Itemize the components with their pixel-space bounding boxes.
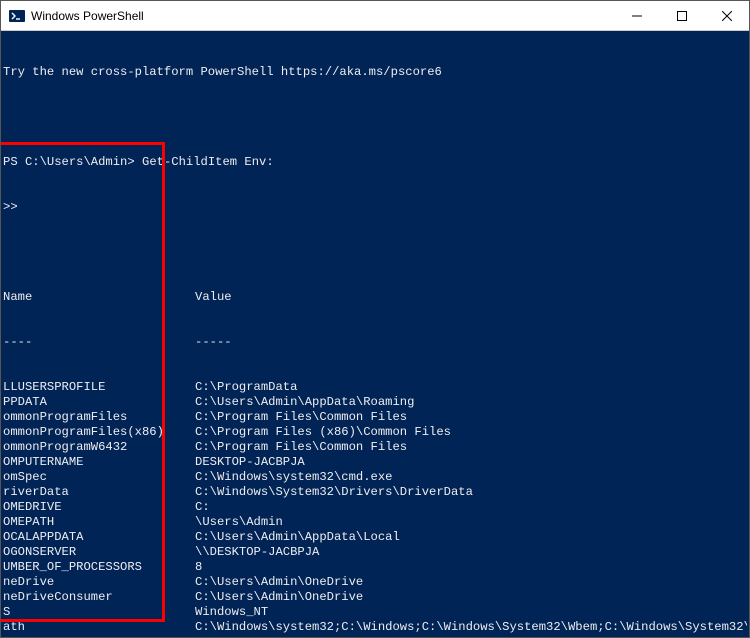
env-row: LLUSERSPROFILEC:\ProgramData: [3, 380, 747, 395]
env-name: OGONSERVER: [3, 545, 195, 560]
env-row: athC:\Windows\system32;C:\Windows;C:\Win…: [3, 620, 747, 635]
env-row: neDriveConsumerC:\Users\Admin\OneDrive: [3, 590, 747, 605]
env-name: OMEPATH: [3, 515, 195, 530]
env-name: OMPUTERNAME: [3, 455, 195, 470]
env-name: omSpec: [3, 470, 195, 485]
env-row: riverDataC:\Windows\System32\Drivers\Dri…: [3, 485, 747, 500]
env-row: UMBER_OF_PROCESSORS8: [3, 560, 747, 575]
table-header: Name Value: [3, 290, 747, 305]
blank-line: [3, 110, 747, 125]
env-row: OMPUTERNAMEDESKTOP-JACBPJA: [3, 455, 747, 470]
env-value: \Users\Admin: [195, 515, 747, 530]
blank-line: [3, 245, 747, 260]
env-value: C:\Windows\system32\cmd.exe: [195, 470, 747, 485]
env-name: ATHEXT: [3, 635, 195, 637]
header-name: Name: [3, 290, 195, 305]
powershell-icon: [9, 8, 25, 24]
env-name: neDriveConsumer: [3, 590, 195, 605]
header-value-underline: -----: [195, 335, 747, 350]
prompt-path: C:\Users\Admin>: [25, 155, 135, 170]
env-name: LLUSERSPROFILE: [3, 380, 195, 395]
continuation-line: >>: [3, 200, 747, 215]
env-row: PPDATAC:\Users\Admin\AppData\Roaming: [3, 395, 747, 410]
env-row: OMEDRIVEC:: [3, 500, 747, 515]
env-name: PPDATA: [3, 395, 195, 410]
env-value: C:\Windows\System32\Drivers\DriverData: [195, 485, 747, 500]
env-rows: LLUSERSPROFILEC:\ProgramDataPPDATAC:\Use…: [3, 380, 747, 637]
window-controls: [614, 1, 749, 30]
env-name: S: [3, 605, 195, 620]
command-text: Get-ChildItem Env:: [142, 155, 274, 170]
prompt-line: PS C:\Users\Admin> Get-ChildItem Env:: [3, 155, 747, 170]
terminal-area[interactable]: Try the new cross-platform PowerShell ht…: [1, 31, 749, 637]
env-value: C:\Program Files (x86)\Common Files: [195, 425, 747, 440]
env-value: Windows_NT: [195, 605, 747, 620]
env-value: DESKTOP-JACBPJA: [195, 455, 747, 470]
env-value: C:\Users\Admin\OneDrive: [195, 575, 747, 590]
powershell-window: Windows PowerShell Try the new cross-pla…: [0, 0, 750, 638]
header-name-underline: ----: [3, 335, 195, 350]
env-row: OGONSERVER\\DESKTOP-JACBPJA: [3, 545, 747, 560]
env-row: OCALAPPDATAC:\Users\Admin\AppData\Local: [3, 530, 747, 545]
titlebar[interactable]: Windows PowerShell: [1, 1, 749, 31]
env-value: C:\Users\Admin\OneDrive: [195, 590, 747, 605]
env-value: 8: [195, 560, 747, 575]
env-name: UMBER_OF_PROCESSORS: [3, 560, 195, 575]
env-name: OMEDRIVE: [3, 500, 195, 515]
banner-line: Try the new cross-platform PowerShell ht…: [3, 65, 747, 80]
env-value: C:\Users\Admin\AppData\Roaming: [195, 395, 747, 410]
env-value: C:: [195, 500, 747, 515]
window-title: Windows PowerShell: [31, 9, 614, 23]
env-row: ommonProgramFiles(x86)C:\Program Files (…: [3, 425, 747, 440]
minimize-button[interactable]: [614, 1, 659, 31]
env-name: OCALAPPDATA: [3, 530, 195, 545]
env-value: \\DESKTOP-JACBPJA: [195, 545, 747, 560]
env-name: ommonProgramFiles: [3, 410, 195, 425]
env-row: omSpecC:\Windows\system32\cmd.exe: [3, 470, 747, 485]
env-value: C:\Windows\system32;C:\Windows;C:\Window…: [195, 620, 747, 635]
env-row: OMEPATH\Users\Admin: [3, 515, 747, 530]
env-row: SWindows_NT: [3, 605, 747, 620]
env-name: ath: [3, 620, 195, 635]
env-row: ATHEXT.COM;.EXE;.BAT;.CMD;.VBS;.VBE;.JS;…: [3, 635, 747, 637]
env-value: .COM;.EXE;.BAT;.CMD;.VBS;.VBE;.JS;.JSE;.…: [195, 635, 747, 637]
table-underline: ---- -----: [3, 335, 747, 350]
prompt-prefix: PS: [3, 155, 25, 170]
env-name: ommonProgramFiles(x86): [3, 425, 195, 440]
env-value: C:\Program Files\Common Files: [195, 410, 747, 425]
env-row: ommonProgramFilesC:\Program Files\Common…: [3, 410, 747, 425]
env-row: ommonProgramW6432C:\Program Files\Common…: [3, 440, 747, 455]
env-name: neDrive: [3, 575, 195, 590]
env-name: ommonProgramW6432: [3, 440, 195, 455]
env-name: riverData: [3, 485, 195, 500]
env-row: neDriveC:\Users\Admin\OneDrive: [3, 575, 747, 590]
close-button[interactable]: [704, 1, 749, 31]
env-value: C:\Program Files\Common Files: [195, 440, 747, 455]
env-value: C:\Users\Admin\AppData\Local: [195, 530, 747, 545]
header-value: Value: [195, 290, 747, 305]
env-value: C:\ProgramData: [195, 380, 747, 395]
maximize-button[interactable]: [659, 1, 704, 31]
